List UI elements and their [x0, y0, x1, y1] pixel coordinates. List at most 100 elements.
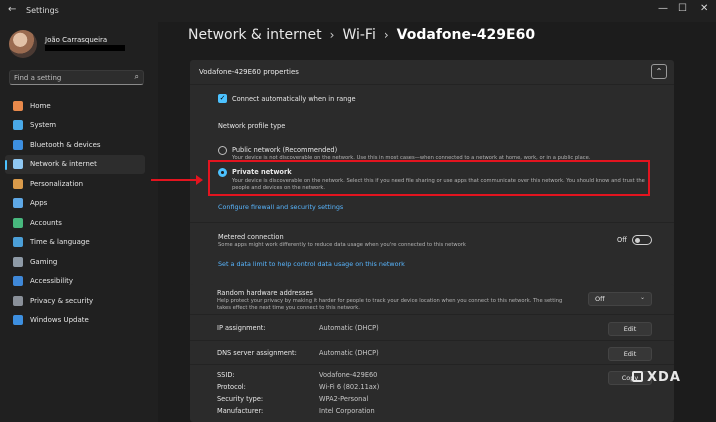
sidebar-item-accessibility[interactable]: Accessibility — [5, 272, 145, 292]
ip-assignment-value: Automatic (DHCP) — [319, 324, 379, 332]
sidebar-item-label: Gaming — [30, 257, 58, 266]
dns-assignment-label: DNS server assignment: — [217, 349, 297, 357]
properties-title: Vodafone-429E60 properties — [199, 68, 299, 76]
watermark-text: XDA — [647, 370, 681, 385]
ip-edit-button[interactable]: Edit — [608, 322, 652, 336]
random-hw-description: Help protect your privacy by making it h… — [217, 298, 563, 304]
protocol-label: Protocol: — [217, 383, 246, 391]
chevron-down-icon: ⌄ — [639, 294, 645, 301]
xda-watermark: XDA — [632, 370, 681, 385]
sidebar-item-system[interactable]: System — [5, 116, 145, 136]
brush-icon — [13, 178, 23, 189]
main-content: Network & internet › Wi-Fi › Vodafone-429E60… — [158, 22, 716, 422]
search-box[interactable]: ⌕ — [9, 70, 144, 85]
manufacturer-value: Intel Corporation — [319, 407, 375, 415]
sidebar-item-label: Accounts — [30, 218, 62, 227]
data-limit-link[interactable]: Set a data limit to help control data us… — [218, 260, 405, 268]
sidebar-item-personalization[interactable]: Personalization — [5, 174, 145, 194]
security-type-label: Security type: — [217, 395, 264, 403]
sidebar-item-label: Bluetooth & devices — [30, 140, 101, 149]
ssid-label: SSID: — [217, 371, 235, 379]
collapse-button[interactable]: ⌃ — [651, 64, 667, 79]
metered-toggle-state: Off — [617, 236, 627, 244]
divider — [190, 364, 674, 365]
metered-toggle[interactable] — [632, 235, 652, 245]
app-title: Settings — [26, 6, 59, 15]
metered-connection-description: Some apps might work differently to redu… — [218, 242, 466, 248]
auto-connect-label: Connect automatically when in range — [232, 95, 356, 103]
back-arrow-icon[interactable]: ← — [8, 4, 16, 15]
sidebar-item-label: System — [30, 121, 57, 130]
divider — [190, 314, 674, 315]
manufacturer-label: Manufacturer: — [217, 407, 264, 415]
apps-icon — [13, 198, 23, 209]
sidebar-item-label: Network & internet — [30, 160, 97, 169]
sidebar-item-network[interactable]: Network & internet — [5, 154, 145, 174]
sidebar-item-windows-update[interactable]: Windows Update — [5, 311, 145, 331]
security-type-value: WPA2-Personal — [319, 395, 369, 403]
sidebar-item-home[interactable]: Home — [5, 96, 145, 116]
sidebar-item-bluetooth[interactable]: Bluetooth & devices — [5, 135, 145, 155]
sidebar-item-label: Privacy & security — [30, 296, 94, 305]
avatar[interactable] — [9, 30, 37, 58]
accessibility-icon — [13, 276, 23, 287]
firewall-settings-link[interactable]: Configure firewall and security settings — [218, 203, 343, 211]
random-hw-label: Random hardware addresses — [217, 289, 313, 297]
gamepad-icon — [13, 256, 23, 267]
random-hw-dropdown[interactable]: Off ⌄ — [588, 292, 652, 306]
update-icon — [13, 315, 23, 326]
home-icon — [13, 100, 23, 111]
shield-icon — [13, 295, 23, 306]
sidebar-item-label: Time & language — [30, 238, 90, 247]
monitor-icon — [13, 120, 23, 131]
redacted-email — [45, 45, 125, 51]
divider — [190, 222, 674, 223]
divider — [190, 340, 674, 341]
metered-connection-label: Metered connection — [218, 233, 284, 241]
sidebar-item-label: Accessibility — [30, 277, 74, 286]
dns-edit-button[interactable]: Edit — [608, 347, 652, 361]
sidebar-item-gaming[interactable]: Gaming — [5, 252, 145, 272]
sidebar: João Carrasqueira ⌕ Home System Bluetoot… — [0, 22, 158, 422]
sidebar-item-label: Personalization — [30, 179, 84, 188]
sidebar-item-label: Apps — [30, 199, 48, 208]
ssid-value: Vodafone-429E60 — [319, 371, 378, 379]
wifi-icon — [13, 159, 23, 170]
public-network-radio[interactable] — [218, 146, 227, 155]
search-icon[interactable]: ⌕ — [135, 72, 139, 82]
protocol-value: Wi-Fi 6 (802.11ax) — [319, 383, 380, 391]
sidebar-item-label: Windows Update — [30, 316, 89, 325]
ip-assignment-label: IP assignment: — [217, 324, 266, 332]
profile-type-label: Network profile type — [218, 122, 286, 130]
random-hw-description-2: takes effect the next time you connect t… — [217, 305, 360, 311]
user-name: João Carrasqueira — [45, 36, 108, 44]
xda-logo-icon — [632, 371, 643, 382]
sidebar-item-accounts[interactable]: Accounts — [5, 213, 145, 233]
breadcrumb-item[interactable]: Network & internet — [188, 27, 322, 43]
sidebar-item-label: Home — [30, 101, 51, 110]
title-bar: ← Settings — ☐ ✕ — [0, 0, 716, 22]
highlight-box — [208, 160, 650, 196]
sidebar-item-apps[interactable]: Apps — [5, 194, 145, 214]
minimize-icon[interactable]: — — [658, 3, 668, 14]
person-icon — [13, 217, 23, 228]
sidebar-item-privacy[interactable]: Privacy & security — [5, 291, 145, 311]
maximize-icon[interactable]: ☐ — [678, 3, 687, 14]
breadcrumb-item[interactable]: Wi-Fi — [342, 27, 375, 43]
page-title: Vodafone-429E60 — [396, 27, 536, 43]
arrow-annotation-icon — [151, 175, 203, 185]
divider — [190, 84, 674, 85]
auto-connect-checkbox[interactable]: ✓ — [218, 94, 227, 103]
dns-assignment-value: Automatic (DHCP) — [319, 349, 379, 357]
random-hw-dropdown-value: Off — [595, 295, 605, 303]
breadcrumb: Network & internet › Wi-Fi › Vodafone-429E60 — [188, 27, 535, 43]
sidebar-item-time-language[interactable]: Time & language — [5, 233, 145, 253]
chevron-right-icon: › — [383, 28, 389, 42]
bluetooth-icon — [13, 139, 23, 150]
sidebar-nav: Home System Bluetooth & devices Network … — [5, 96, 145, 330]
globe-clock-icon — [13, 237, 23, 248]
close-icon[interactable]: ✕ — [700, 3, 708, 14]
search-input[interactable] — [14, 71, 124, 84]
chevron-right-icon: › — [329, 28, 335, 42]
public-network-label: Public network (Recommended) — [232, 146, 338, 154]
